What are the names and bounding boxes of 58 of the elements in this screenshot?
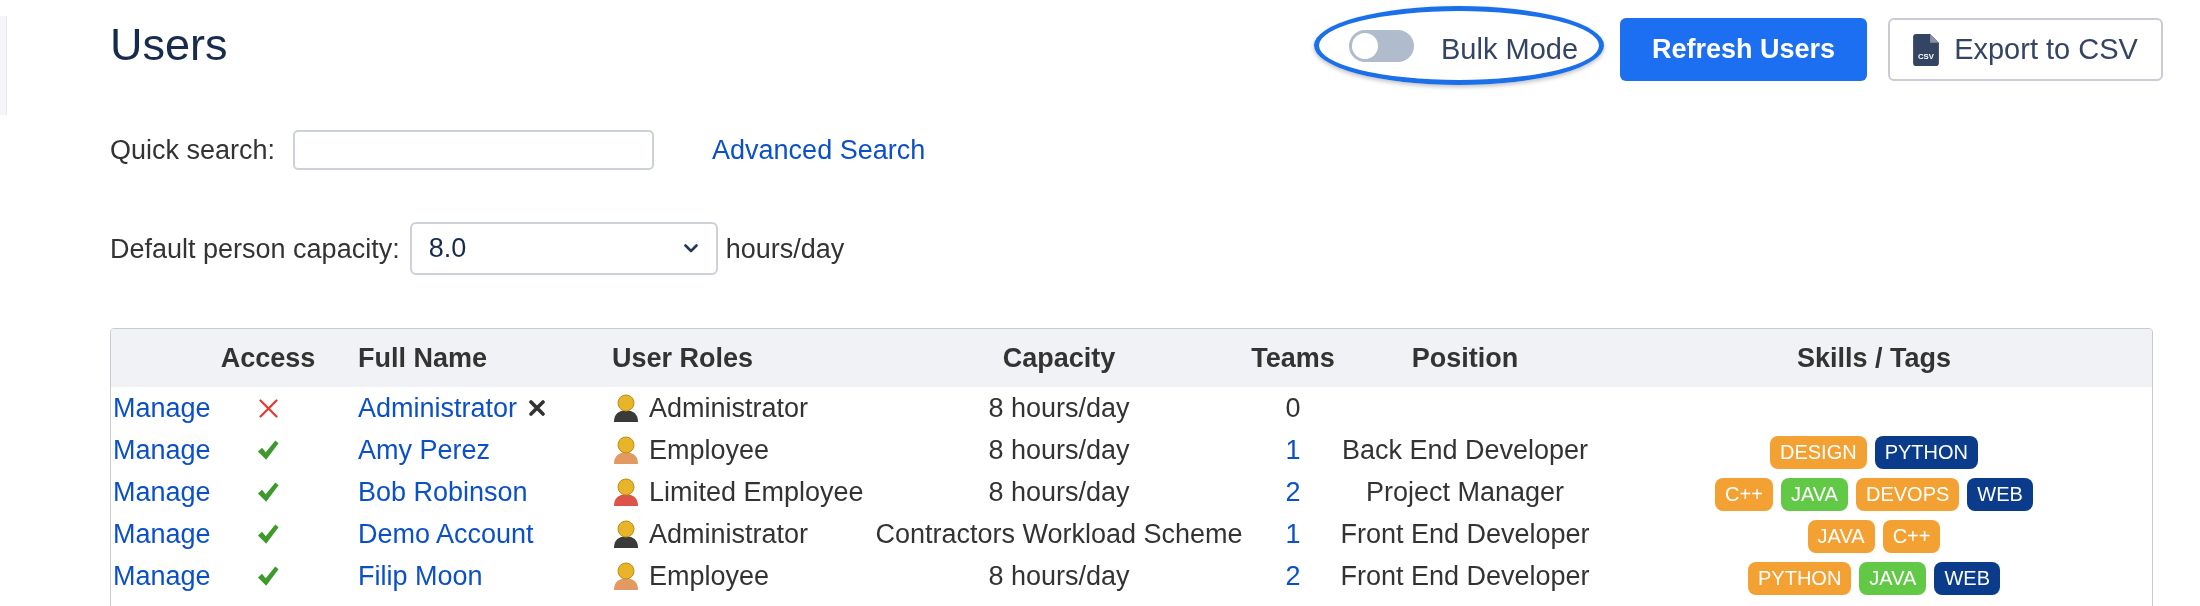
role-text: Employee <box>649 560 770 592</box>
skill-tag: PYTHON <box>1748 561 1852 595</box>
position-text: Project Manager <box>1365 476 1565 508</box>
skill-tag: C++ <box>1715 477 1773 511</box>
column-header: Position <box>1411 341 1519 375</box>
position-text: Front End Developer <box>1340 560 1590 592</box>
capacity-text: 8 hours/day <box>988 560 1130 592</box>
column-header: Full Name <box>358 341 488 375</box>
user-name-link[interactable]: Demo Account <box>358 518 534 550</box>
teams-count-link[interactable]: 2 <box>1285 560 1301 592</box>
skill-tag: DESIGN <box>1770 435 1867 469</box>
teams-count-link[interactable]: 1 <box>1285 518 1301 550</box>
skill-tag: JAVA <box>1859 561 1927 595</box>
capacity-label: Default person capacity: <box>110 232 400 265</box>
skill-tag: WEB <box>1967 477 2033 511</box>
bulk-mode-label: Bulk Mode <box>1441 31 1578 66</box>
role-text: Limited Employee <box>649 476 864 508</box>
skill-tag: DEVOPS <box>1855 477 1960 511</box>
manage-link[interactable]: Manage <box>113 476 211 508</box>
skill-tag: JAVA <box>1780 477 1848 511</box>
position-text: Back End Developer <box>1341 434 1589 466</box>
bulk-mode-toggle[interactable] <box>1349 29 1414 62</box>
column-header: Teams <box>1251 341 1335 375</box>
capacity-text: 8 hours/day <box>988 434 1130 466</box>
capacity-select[interactable]: 8.0 <box>409 222 718 275</box>
manage-link[interactable]: Manage <box>113 434 211 466</box>
skill-tag: C++ <box>1882 519 1941 553</box>
column-header: Access <box>220 341 316 375</box>
skill-tag: JAVA <box>1807 519 1875 553</box>
role-text: Administrator <box>649 392 809 424</box>
manage-link[interactable]: Manage <box>113 518 211 550</box>
teams-count-link[interactable]: 1 <box>1285 434 1301 466</box>
refresh-users-button[interactable]: Refresh Users <box>1620 18 1867 81</box>
manage-link[interactable]: Manage <box>113 560 211 592</box>
user-name-link[interactable]: Administrator <box>358 392 518 424</box>
quick-search-field[interactable] <box>293 130 655 170</box>
chevron-down-icon <box>683 244 698 253</box>
position-text: Front End Developer <box>1340 518 1590 550</box>
user-name-link[interactable]: Amy Perez <box>358 434 491 466</box>
capacity-text: 8 hours/day <box>988 476 1130 508</box>
skill-tag: WEB <box>1934 561 2000 595</box>
teams-count: 0 <box>1285 392 1301 424</box>
role-text: Employee <box>649 434 770 466</box>
user-name-link[interactable]: Bob Robinson <box>358 476 528 508</box>
column-header: Skills / Tags <box>1796 341 1952 375</box>
teams-count-link[interactable]: 2 <box>1285 476 1301 508</box>
capacity-text: Contractors Workload Scheme <box>875 518 1243 550</box>
advanced-search-link[interactable]: Advanced Search <box>712 134 926 166</box>
capacity-unit: hours/day <box>725 232 845 265</box>
column-header: Capacity <box>1002 341 1116 375</box>
user-name-link[interactable]: Filip Moon <box>358 560 483 592</box>
quick-search-label: Quick search: <box>110 134 276 166</box>
skill-tag: PYTHON <box>1874 435 1978 469</box>
role-text: Administrator <box>649 518 809 550</box>
manage-link[interactable]: Manage <box>113 392 211 424</box>
column-header: User Roles <box>612 341 754 375</box>
page-title: Users <box>110 19 228 71</box>
capacity-text: 8 hours/day <box>988 392 1130 424</box>
